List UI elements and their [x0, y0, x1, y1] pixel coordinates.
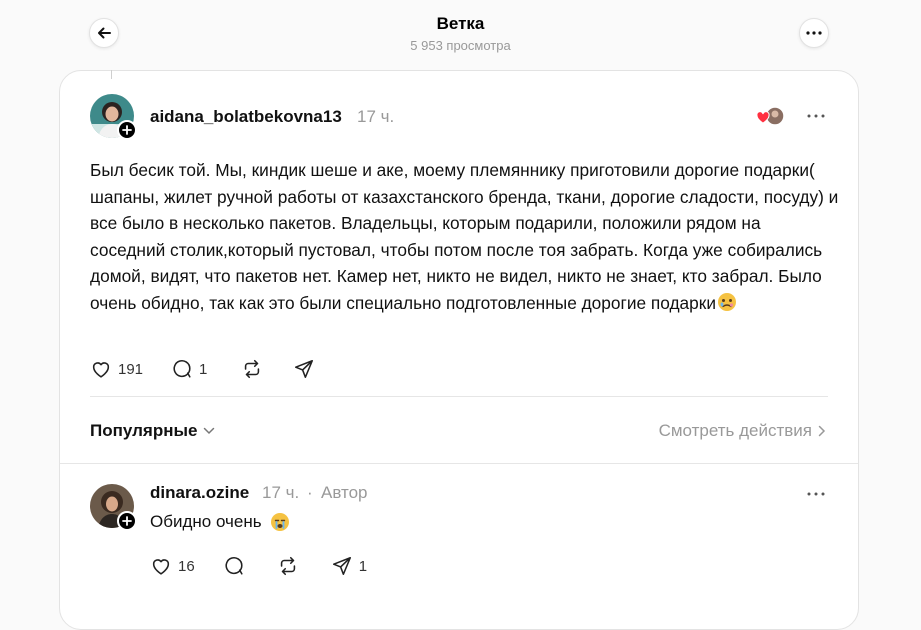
view-count: 5 953 просмотра — [410, 38, 511, 53]
thread-connector-line — [111, 70, 112, 79]
send-icon — [295, 359, 314, 379]
heart-icon — [92, 362, 110, 378]
chevron-down-icon — [204, 427, 215, 435]
ellipsis-icon — [806, 31, 822, 35]
like-button[interactable]: 191 — [90, 358, 143, 380]
reply-username[interactable]: dinara.ozine — [150, 483, 249, 503]
send-icon — [332, 556, 351, 576]
thread-header: Ветка 5 953 просмотра — [0, 0, 921, 70]
reply-time: 17 ч. — [262, 483, 300, 502]
comment-count: 1 — [199, 360, 208, 378]
share-button[interactable] — [293, 358, 315, 380]
post-time: 17 ч. — [357, 107, 395, 126]
like-button[interactable]: 16 — [150, 555, 195, 577]
comment-button[interactable] — [223, 555, 245, 577]
reply-text: Обидно очень — [150, 512, 262, 531]
reply-menu-button[interactable] — [804, 484, 828, 504]
repost-icon — [245, 359, 260, 379]
comment-icon — [225, 556, 243, 575]
post-username[interactable]: aidana_bolatbekovna13 — [150, 107, 342, 127]
more-options-button[interactable] — [799, 18, 829, 48]
section-divider — [60, 463, 858, 464]
repost-button[interactable] — [277, 555, 299, 577]
crying-emoji — [270, 512, 290, 532]
heart-icon — [756, 106, 785, 126]
like-count: 191 — [118, 360, 144, 378]
ellipsis-icon — [807, 114, 825, 118]
repost-icon — [280, 556, 295, 576]
comment-button[interactable]: 1 — [171, 358, 207, 380]
face-with-tear-emoji — [717, 292, 737, 312]
repost-button[interactable] — [241, 358, 263, 380]
like-count: 16 — [178, 557, 195, 575]
post-body: Был бесик той. Мы, киндик шеше и аке, мо… — [90, 157, 840, 317]
liked-by-avatars[interactable] — [756, 105, 786, 127]
author-badge: Автор — [321, 483, 368, 502]
reply-actions: 16 1 — [150, 555, 367, 577]
view-activity-label: Смотреть действия — [658, 421, 812, 440]
post-menu-button[interactable] — [804, 106, 828, 126]
follow-plus-icon[interactable] — [117, 120, 137, 140]
comment-icon — [173, 359, 191, 378]
reply-body: Обидно очень — [150, 512, 290, 532]
post-text: Был бесик той. Мы, киндик шеше и аке, мо… — [90, 160, 839, 313]
sort-label: Популярные — [90, 421, 198, 440]
sort-dropdown[interactable]: Популярные — [90, 421, 215, 441]
share-count: 1 — [358, 557, 368, 575]
chevron-right-icon — [818, 425, 826, 437]
view-activity-link[interactable]: Смотреть действия — [659, 421, 826, 441]
share-button[interactable]: 1 — [331, 555, 367, 577]
follow-plus-icon[interactable] — [117, 511, 137, 531]
post-actions: 191 1 — [90, 358, 315, 380]
meta-separator: · — [307, 483, 313, 502]
ellipsis-icon — [807, 492, 825, 496]
thread-card — [59, 70, 859, 630]
page-title: Ветка — [436, 14, 485, 33]
heart-icon — [152, 559, 170, 575]
section-divider — [90, 396, 828, 397]
